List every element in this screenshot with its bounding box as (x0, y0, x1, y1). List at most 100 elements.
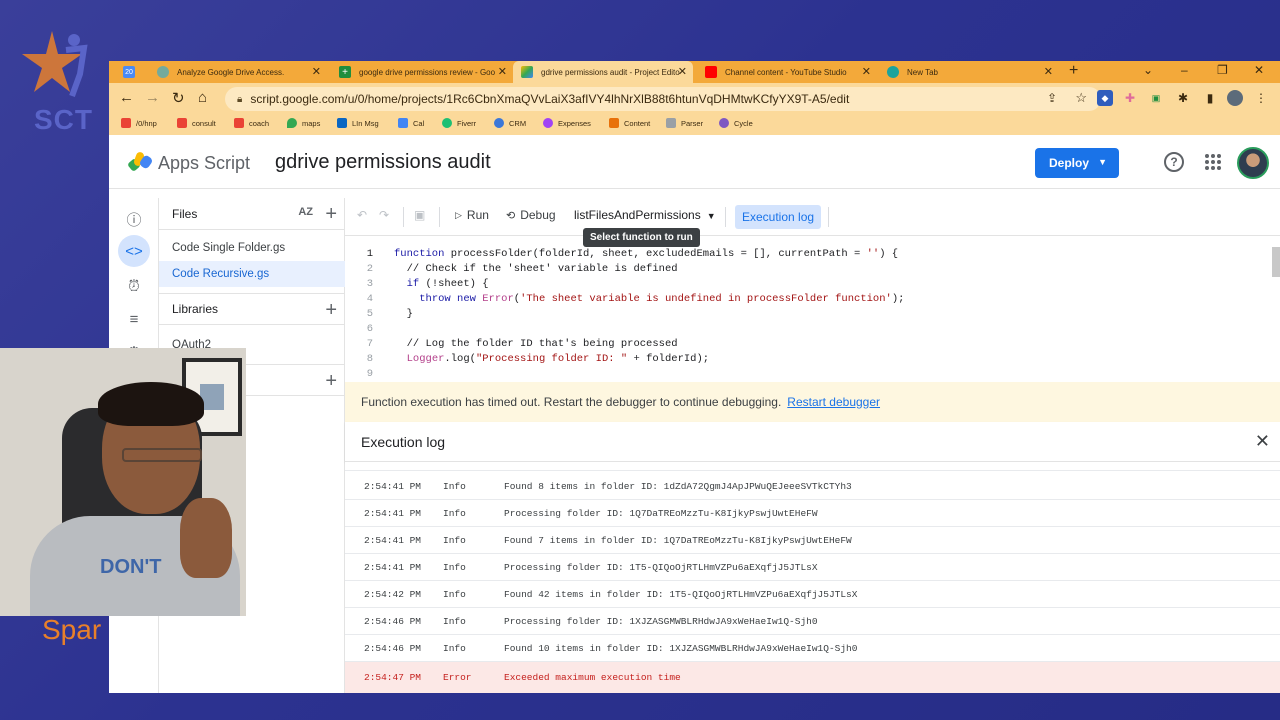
product-name: Apps Script (158, 153, 251, 173)
code-line: 7 // Log the folder ID that's being proc… (345, 338, 678, 353)
extension-icon[interactable]: ✚ (1122, 90, 1138, 106)
chatgpt-icon (157, 66, 169, 78)
tab-sheets[interactable]: + google drive permissions review - Goo … (331, 61, 513, 83)
channel-logo: SCT (22, 26, 102, 136)
code-text: // Check if the 'sheet' variable is defi… (394, 263, 678, 275)
save-icon[interactable]: ▣ (414, 208, 425, 222)
back-icon[interactable]: ← (119, 89, 134, 106)
tab-label: Channel content - YouTube Studio (725, 67, 847, 77)
home-icon[interactable]: ⌂ (198, 89, 207, 106)
reload-icon[interactable]: ↻ (172, 89, 185, 107)
tab-pinned[interactable]: 20 (109, 61, 149, 83)
tab-analyze[interactable]: Analyze Google Drive Access. ✕ (149, 61, 327, 83)
redo-icon[interactable]: ↷ (379, 208, 389, 222)
files-header: Files AZ + (159, 198, 345, 230)
run-button[interactable]: ▷ Run (455, 208, 489, 222)
bookmark-item[interactable]: Fiverr (442, 118, 476, 128)
parser-icon (666, 118, 676, 128)
editor-scrollbar[interactable] (1272, 247, 1280, 277)
restore-icon[interactable]: ❐ (1217, 63, 1228, 77)
calendar-icon (398, 118, 408, 128)
caret-down-icon: ▼ (706, 211, 716, 221)
restart-debugger-link[interactable]: Restart debugger (787, 395, 880, 409)
bookmark-item[interactable]: coach (234, 118, 269, 128)
code-text: throw new Error('The sheet variable is u… (419, 293, 905, 305)
sidepanel-icon[interactable]: ▮ (1202, 90, 1218, 106)
crm-icon (494, 118, 504, 128)
close-icon[interactable]: ✕ (678, 65, 687, 78)
linkedin-icon (337, 118, 347, 128)
bookmark-item[interactable]: Expenses (543, 118, 591, 128)
log-message: Found 8 items in folder ID: 1dZdA72QgmJ4… (504, 480, 852, 492)
bookmark-item[interactable]: Content (609, 118, 650, 128)
tab-apps-script[interactable]: gdrive permissions audit - Project Edito… (513, 61, 693, 83)
add-service-icon[interactable]: + (325, 370, 337, 393)
bookmark-label: LIn Msg (352, 118, 379, 128)
log-time: 2:54:41 PM (364, 561, 422, 573)
project-title[interactable]: gdrive permissions audit (275, 151, 491, 174)
add-library-icon[interactable]: + (325, 299, 337, 322)
log-time: 2:54:46 PM (364, 615, 422, 627)
bookmark-item[interactable]: maps (287, 118, 320, 128)
code-line: 2 // Check if the 'sheet' variable is de… (345, 263, 678, 278)
minimize-icon[interactable]: – (1181, 63, 1188, 77)
log-time: 2:54:41 PM (364, 507, 422, 519)
undo-icon[interactable]: ↶ (357, 208, 367, 222)
function-select[interactable]: listFilesAndPermissions ▼ (574, 208, 716, 222)
debug-button[interactable]: ⟲ Debug (506, 208, 556, 222)
bookmark-item[interactable]: /0/hnp (121, 118, 157, 128)
sort-az-icon[interactable]: AZ (298, 206, 313, 218)
code-editor[interactable]: 1 function processFolder(folderId, sheet… (345, 247, 1280, 382)
google-apps-icon[interactable] (1205, 154, 1221, 170)
overview-info-icon[interactable]: ⓘ (122, 207, 146, 231)
apps-script-logo-icon (128, 152, 152, 171)
tab-youtube[interactable]: Channel content - YouTube Studio ✕ (697, 61, 877, 83)
play-icon: ▷ (455, 209, 462, 220)
maps-icon (287, 118, 297, 128)
bookmark-item[interactable]: LIn Msg (337, 118, 379, 128)
close-icon[interactable]: ✕ (862, 65, 871, 78)
deploy-button[interactable]: Deploy ▼ (1035, 148, 1119, 178)
address-bar[interactable]: 🔒︎ script.google.com/u/0/home/projects/1… (225, 87, 1101, 111)
toolbar-divider (725, 207, 726, 227)
close-icon[interactable]: ✕ (1255, 431, 1270, 452)
bookmark-label: CRM (509, 118, 527, 128)
code-text: function processFolder(folderId, sheet, … (394, 248, 899, 260)
editor-code-icon[interactable]: <> (118, 235, 150, 267)
file-item-selected[interactable]: Code Recursive.gs (159, 261, 345, 287)
close-icon[interactable]: ✕ (1044, 65, 1053, 78)
code-text: Logger.log("Processing folder ID: " + fo… (406, 353, 710, 365)
close-icon[interactable]: ✕ (312, 65, 321, 78)
libraries-title: Libraries (172, 302, 219, 316)
window-close-icon[interactable]: ✕ (1254, 63, 1264, 77)
avatar[interactable] (1237, 147, 1269, 179)
share-icon[interactable]: ⇪ (1047, 91, 1057, 105)
bitwarden-icon[interactable]: ◆ (1097, 90, 1113, 106)
bookmark-star-icon[interactable]: ☆ (1075, 90, 1087, 106)
triggers-clock-icon[interactable]: ⏰︎ (122, 274, 146, 298)
execution-log-button[interactable]: Execution log (735, 205, 822, 229)
bookmark-label: /0/hnp (136, 118, 157, 128)
file-item[interactable]: Code Single Folder.gs (159, 235, 345, 261)
bookmark-label: Parser (681, 118, 704, 128)
code-line: 8 Logger.log("Processing folder ID: " + … (345, 353, 709, 368)
executions-icon[interactable]: ≡ (122, 307, 146, 331)
puzzle-icon[interactable]: ✱ (1175, 90, 1191, 106)
close-icon[interactable]: ✕ (498, 65, 507, 78)
bookmark-item[interactable]: Cycle (719, 118, 753, 128)
add-file-icon[interactable]: + (325, 203, 337, 226)
profile-icon[interactable] (1227, 90, 1243, 106)
bookmark-item[interactable]: consult (177, 118, 216, 128)
new-tab-button[interactable]: + (1069, 62, 1078, 80)
extension-icon[interactable]: ▣ (1148, 90, 1164, 106)
log-row: 2:54:41 PM Info Processing folder ID: 1Q… (345, 500, 1280, 527)
bookmark-item[interactable]: Parser (666, 118, 703, 128)
tab-new[interactable]: New Tab ✕ (879, 61, 1059, 83)
forward-icon[interactable]: → (145, 89, 160, 106)
menu-icon[interactable]: ⋮ (1253, 90, 1269, 106)
log-message: Found 42 items in folder ID: 1T5-QIQoOjR… (504, 588, 858, 600)
bookmark-item[interactable]: CRM (494, 118, 526, 128)
help-icon[interactable]: ? (1164, 152, 1184, 172)
bookmark-item[interactable]: Cal (398, 118, 424, 128)
tab-search-icon[interactable]: ⌄ (1143, 63, 1153, 77)
